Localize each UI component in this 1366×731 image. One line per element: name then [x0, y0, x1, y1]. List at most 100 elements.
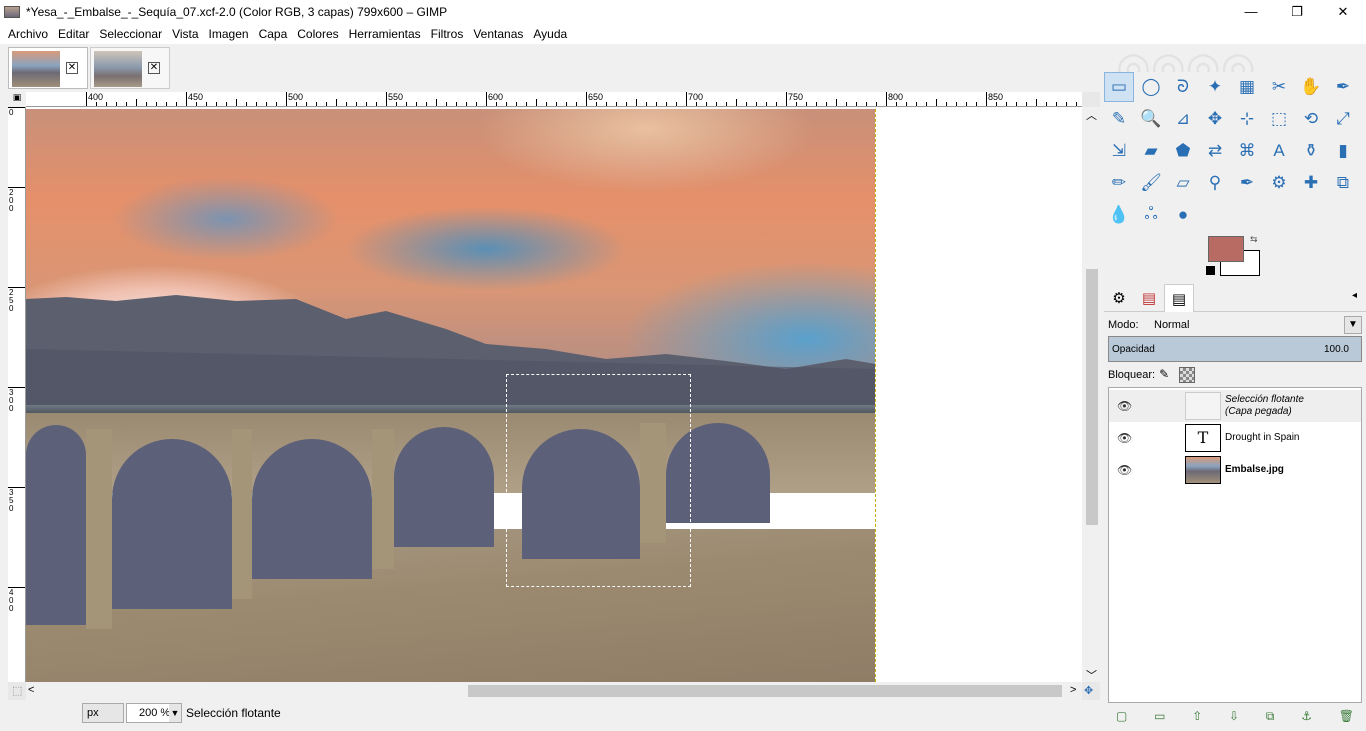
chevron-down-icon[interactable]: ▼ — [169, 704, 181, 722]
vertical-scrollbar[interactable]: ︿ ﹀ — [1082, 107, 1100, 682]
scissors-icon[interactable]: ✂ — [1264, 72, 1294, 102]
color-select-icon[interactable]: ▦ — [1232, 72, 1262, 102]
image-canvas[interactable] — [26, 107, 1082, 682]
ellipse-select-icon[interactable]: ◯ — [1136, 72, 1166, 102]
channels-icon[interactable]: ▤ — [1134, 284, 1164, 312]
menu-archivo[interactable]: Archivo — [3, 27, 53, 41]
rect-select-icon[interactable]: ▭ — [1104, 72, 1134, 102]
layer-row[interactable]: 👁 Selección flotante (Capa pegada) — [1109, 390, 1361, 422]
pencil-icon[interactable]: ✏ — [1104, 168, 1134, 198]
ink-icon[interactable]: ✒ — [1232, 168, 1262, 198]
lock-pixels-icon[interactable]: ✎ — [1159, 367, 1175, 383]
opacity-slider[interactable]: Opacidad 100.0 — [1108, 336, 1362, 362]
delete-icon[interactable]: 🗑 — [1339, 709, 1354, 723]
menu-vista[interactable]: Vista — [167, 27, 203, 41]
menu-colores[interactable]: Colores — [292, 27, 343, 41]
image-content[interactable] — [26, 109, 876, 682]
bucket-fill-icon[interactable]: ⚱ — [1296, 136, 1326, 166]
eye-icon[interactable]: 👁 — [1117, 399, 1132, 413]
crop-icon[interactable]: ⬚ — [1264, 104, 1294, 134]
menu-capa[interactable]: Capa — [254, 27, 293, 41]
cage-icon[interactable]: ⌘ — [1232, 136, 1262, 166]
paintbrush-icon[interactable]: 🖌 — [1136, 168, 1166, 198]
menu-seleccionar[interactable]: Seleccionar — [94, 27, 167, 41]
scroll-left-icon[interactable]: < — [28, 684, 34, 696]
eye-icon[interactable]: 👁 — [1117, 463, 1132, 477]
new-group-icon[interactable]: ▭ — [1154, 709, 1165, 723]
image-tab-1[interactable]: ✕ — [8, 47, 88, 89]
scroll-up-icon[interactable]: ︿ — [1086, 107, 1097, 123]
unit-select[interactable]: px — [82, 703, 124, 723]
pointer-info-icon[interactable]: ⬚ — [12, 684, 22, 697]
scroll-down-icon[interactable]: ﹀ — [1086, 667, 1097, 683]
fuzzy-select-icon[interactable]: ✦ — [1200, 72, 1230, 102]
eraser-icon[interactable]: ▱ — [1168, 168, 1198, 198]
horizontal-scrollbar[interactable]: < > — [26, 682, 1082, 700]
zoom-icon[interactable]: 🔍 — [1136, 104, 1166, 134]
quick-mask-toggle[interactable]: ▣ — [8, 92, 26, 107]
lower-icon[interactable]: ⇩ — [1229, 709, 1239, 723]
close-icon[interactable]: ✕ — [148, 62, 160, 74]
vertical-ruler[interactable]: 0 200 250 300 350 400 — [8, 107, 26, 682]
clone-icon[interactable]: ⚙ — [1264, 168, 1294, 198]
paths-icon[interactable]: ✒ — [1328, 72, 1358, 102]
close-button[interactable]: ✕ — [1320, 0, 1366, 23]
zoom-select[interactable]: 200 % ▼ — [126, 703, 182, 723]
scale-icon[interactable]: ⇲ — [1104, 136, 1134, 166]
menu-ayuda[interactable]: Ayuda — [528, 27, 572, 41]
horizontal-scroll-thumb[interactable] — [468, 685, 1062, 697]
restore-button[interactable]: ❐ — [1274, 0, 1320, 23]
raise-icon[interactable]: ⇧ — [1192, 709, 1202, 723]
menu-filtros[interactable]: Filtros — [426, 27, 469, 41]
color-picker-icon[interactable]: ✎ — [1104, 104, 1134, 134]
chevron-down-icon[interactable]: ▼ — [1344, 316, 1362, 334]
layer-row[interactable]: 👁 Embalse.jpg — [1109, 454, 1361, 486]
lasso-icon[interactable]: ᘐ — [1168, 72, 1198, 102]
menu-herramientas[interactable]: Herramientas — [344, 27, 426, 41]
heal-icon[interactable]: ✚ — [1296, 168, 1326, 198]
default-colors-icon[interactable] — [1206, 266, 1215, 275]
anchor-icon[interactable]: ⚓ — [1301, 709, 1312, 723]
ruler-minor-tick — [1036, 99, 1037, 106]
blur-icon[interactable]: 💧 — [1104, 200, 1134, 230]
menu-imagen[interactable]: Imagen — [204, 27, 254, 41]
foreground-select-icon[interactable]: ✋ — [1296, 72, 1326, 102]
smudge-icon[interactable]: ஃ — [1136, 200, 1166, 230]
perspective-clone-icon[interactable]: ⧉ — [1328, 168, 1358, 198]
dodge-burn-icon[interactable]: ● — [1168, 200, 1198, 230]
menu-editar[interactable]: Editar — [53, 27, 94, 41]
scroll-right-icon[interactable]: > — [1070, 684, 1076, 696]
new-layer-icon[interactable]: ▢ — [1116, 709, 1127, 723]
gradient-icon[interactable]: ▮ — [1328, 136, 1358, 166]
horizontal-ruler[interactable]: 400 450 500 550 600 650 700 750 800 850 — [26, 92, 1082, 107]
tool-options-icon[interactable]: ⚙ — [1104, 284, 1134, 312]
duplicate-icon[interactable]: ⧉ — [1266, 709, 1275, 724]
mode-select[interactable]: Normal — [1154, 319, 1344, 331]
text-icon[interactable]: A — [1264, 136, 1294, 166]
move-icon[interactable]: ✥ — [1200, 104, 1230, 134]
title-bar: *Yesa_-_Embalse_-_Sequía_07.xcf-2.0 (Col… — [0, 0, 1366, 23]
eye-icon[interactable]: 👁 — [1117, 431, 1132, 445]
image-tab-2[interactable]: ✕ — [90, 47, 170, 89]
navigate-icon[interactable]: ✥ — [1084, 684, 1093, 697]
floating-selection[interactable] — [506, 374, 691, 587]
menu-ventanas[interactable]: Ventanas — [468, 27, 528, 41]
close-icon[interactable]: ✕ — [66, 62, 78, 74]
minimize-button[interactable]: — — [1228, 0, 1274, 23]
ruler-minor-tick — [946, 102, 947, 106]
flip-icon[interactable]: ⇄ — [1200, 136, 1230, 166]
lock-alpha-icon[interactable] — [1179, 367, 1196, 383]
unified-transform-icon[interactable]: ⟲ — [1296, 104, 1326, 134]
foreground-color[interactable] — [1208, 236, 1244, 262]
measure-icon[interactable]: ⊿ — [1168, 104, 1198, 134]
vertical-scroll-thumb[interactable] — [1086, 269, 1098, 525]
dock-menu-icon[interactable]: ◂ — [1352, 290, 1357, 301]
layer-row[interactable]: 👁 T Drought in Spain — [1109, 422, 1361, 454]
layers-icon[interactable]: ▤ — [1164, 284, 1194, 312]
swap-colors-icon[interactable]: ⇆ — [1250, 234, 1258, 245]
rotate-icon[interactable]: ⤢ — [1328, 104, 1358, 134]
perspective-icon[interactable]: ⬟ — [1168, 136, 1198, 166]
shear-icon[interactable]: ▰ — [1136, 136, 1166, 166]
align-icon[interactable]: ⊹ — [1232, 104, 1262, 134]
airbrush-icon[interactable]: ⚲ — [1200, 168, 1230, 198]
